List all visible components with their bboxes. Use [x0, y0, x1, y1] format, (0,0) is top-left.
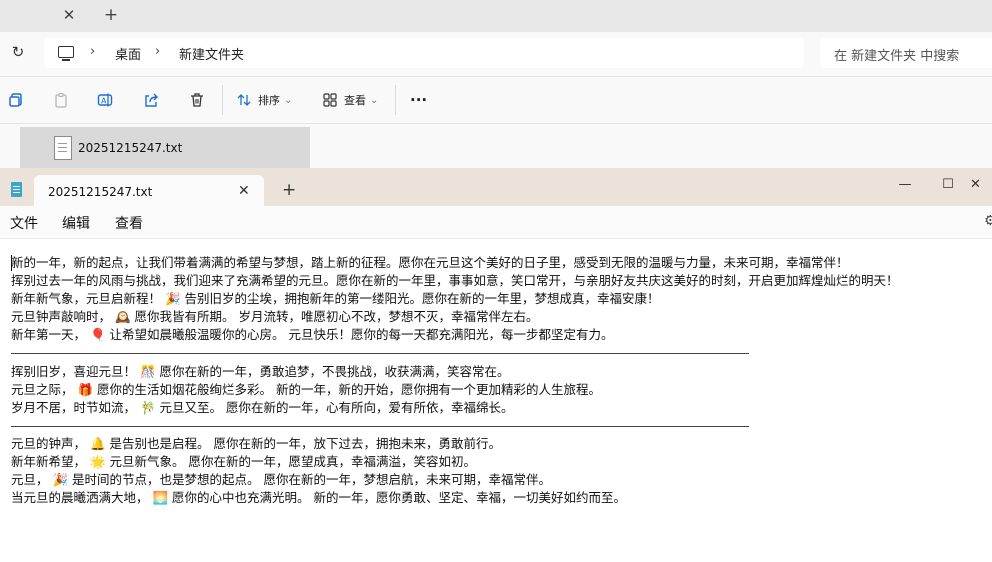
- rename-button[interactable]: A: [97, 89, 113, 111]
- new-tab-icon[interactable]: +: [282, 180, 296, 200]
- notepad-app-icon: [11, 182, 22, 197]
- text-editor[interactable]: 新的一年，新的起点，让我们带着满满的希望与梦想，踏上新的征程。愿你在元旦这个美好…: [0, 238, 992, 562]
- breadcrumb-desktop[interactable]: 桌面: [115, 44, 141, 63]
- sort-label: 排序: [258, 94, 280, 107]
- explorer-address-bar: ↻ › 桌面 › 新建文件夹 在 新建文件夹 中搜索: [0, 32, 992, 77]
- paste-button[interactable]: [53, 89, 69, 111]
- share-button[interactable]: [143, 89, 159, 111]
- text-line: 元旦， 🎉 是时间的节点，也是梦想的起点。 愿你在新的一年，梦想启航，未来可期，…: [11, 472, 551, 488]
- maximize-button[interactable]: ☐: [933, 174, 963, 196]
- settings-gear-icon[interactable]: ⚙: [984, 213, 992, 229]
- tab-close-icon[interactable]: ✕: [238, 183, 250, 199]
- minimize-button[interactable]: —: [890, 174, 920, 196]
- refresh-icon[interactable]: ↻: [8, 42, 28, 62]
- menu-edit[interactable]: 编辑: [62, 213, 90, 233]
- explorer-tab-close-icon[interactable]: ✕: [58, 4, 80, 26]
- chevron-down-icon: ⌄: [284, 94, 293, 106]
- text-line: 挥别过去一年的风雨与挑战，我们迎来了充满希望的元旦。愿你在新的一年里，事事如意，…: [11, 273, 899, 289]
- explorer-new-tab-icon[interactable]: +: [100, 4, 122, 26]
- text-line: 当元旦的晨曦洒满大地， 🌅 愿你的心中也充满光明。 新的一年，愿你勇敢、坚定、幸…: [11, 490, 626, 506]
- text-line: 元旦钟声敲响时， 🕰️ 愿你我皆有所期。 岁月流转，唯愿初心不改，梦想不灭，幸福…: [11, 309, 539, 325]
- separator-line: [11, 344, 899, 362]
- notepad-tab[interactable]: 20251215247.txt ✕: [34, 175, 264, 206]
- explorer-command-bar: A 排序 ⌄ 查看 ⌄ ···: [0, 77, 992, 124]
- editor-content[interactable]: 新的一年，新的起点，让我们带着满满的希望与梦想，踏上新的征程。愿你在元旦这个美好…: [11, 254, 899, 507]
- separator-line: [11, 417, 899, 435]
- text-line: 新年新气象，元旦启新程！ 🎉 告别旧岁的尘埃，拥抱新年的第一缕阳光。愿你在新的一…: [11, 291, 660, 307]
- text-line: 新年新希望， 🌟 元旦新气象。 愿你在新的一年，愿望成真，幸福满溢，笑容如初。: [11, 454, 476, 470]
- text-line: 新年第一天， 🎈 让希望如晨曦般温暖你的心房。 元旦快乐！愿你的每一天都充满阳光…: [11, 327, 614, 343]
- view-grid-icon: [323, 93, 337, 107]
- svg-text:A: A: [101, 97, 107, 106]
- more-options-button[interactable]: ···: [410, 89, 427, 111]
- text-file-icon: [54, 136, 72, 160]
- share-icon: [145, 93, 158, 107]
- close-button[interactable]: ✕: [970, 174, 992, 196]
- tab-title: 20251215247.txt: [48, 185, 153, 199]
- menu-file[interactable]: 文件: [10, 213, 38, 233]
- rename-icon: A: [97, 93, 113, 107]
- trash-icon: [191, 93, 203, 107]
- toolbar-divider: [395, 85, 396, 115]
- this-pc-icon[interactable]: [58, 46, 74, 61]
- breadcrumb-folder[interactable]: 新建文件夹: [179, 44, 244, 63]
- file-list: 20251215247.txt: [0, 124, 992, 174]
- notepad-title-bar[interactable]: 20251215247.txt ✕ + — ☐ ✕: [0, 168, 992, 206]
- text-line: 岁月不居，时节如流， 🎋 元旦又至。 愿你在新的一年，心有所向，爱有所依，幸福绵…: [11, 399, 514, 415]
- list-item[interactable]: 20251215247.txt: [20, 127, 310, 171]
- view-button[interactable]: 查看 ⌄: [322, 89, 378, 111]
- text-line: 元旦的钟声， 🔔 是告别也是启程。 愿你在新的一年，放下过去，拥抱未来，勇敢前行…: [11, 435, 501, 451]
- view-label: 查看: [344, 94, 366, 107]
- breadcrumb-separator-icon: ›: [155, 44, 161, 59]
- more-icon: ···: [410, 91, 428, 109]
- sort-button[interactable]: 排序 ⌄: [236, 89, 292, 111]
- chevron-down-icon: ⌄: [370, 94, 379, 106]
- new-icon: [9, 93, 22, 107]
- text-line: 元旦之际， 🎁 愿你的生活如烟花般绚烂多彩。 新的一年，新的开始，愿你拥有一个更…: [11, 381, 601, 397]
- new-item-button[interactable]: [8, 89, 24, 111]
- text-line: 新的一年，新的起点，让我们带着满满的希望与梦想，踏上新的征程。愿你在元旦这个美好…: [11, 255, 849, 270]
- sort-icon: [237, 94, 251, 106]
- menu-view[interactable]: 查看: [115, 213, 143, 233]
- explorer-tab-bar: ✕ +: [0, 0, 992, 32]
- file-name: 20251215247.txt: [78, 141, 183, 155]
- notepad-menu-bar: 文件 编辑 查看 ⚙: [0, 206, 992, 238]
- search-placeholder: 在 新建文件夹 中搜索: [834, 49, 960, 64]
- breadcrumb[interactable]: › 桌面 › 新建文件夹: [44, 38, 804, 68]
- text-caret: [11, 255, 12, 271]
- toolbar-divider: [222, 85, 223, 115]
- paste-icon: [55, 92, 67, 108]
- breadcrumb-separator-icon: ›: [90, 44, 96, 59]
- search-input[interactable]: 在 新建文件夹 中搜索: [820, 38, 992, 68]
- notepad-window: 20251215247.txt ✕ + — ☐ ✕ 文件 编辑 查看 ⚙ 新的一…: [0, 168, 992, 562]
- delete-button[interactable]: [189, 89, 205, 111]
- text-line: 挥别旧岁，喜迎元旦！ 🎊 愿你在新的一年，勇敢追梦，不畏挑战，收获满满，笑容常在…: [11, 363, 510, 379]
